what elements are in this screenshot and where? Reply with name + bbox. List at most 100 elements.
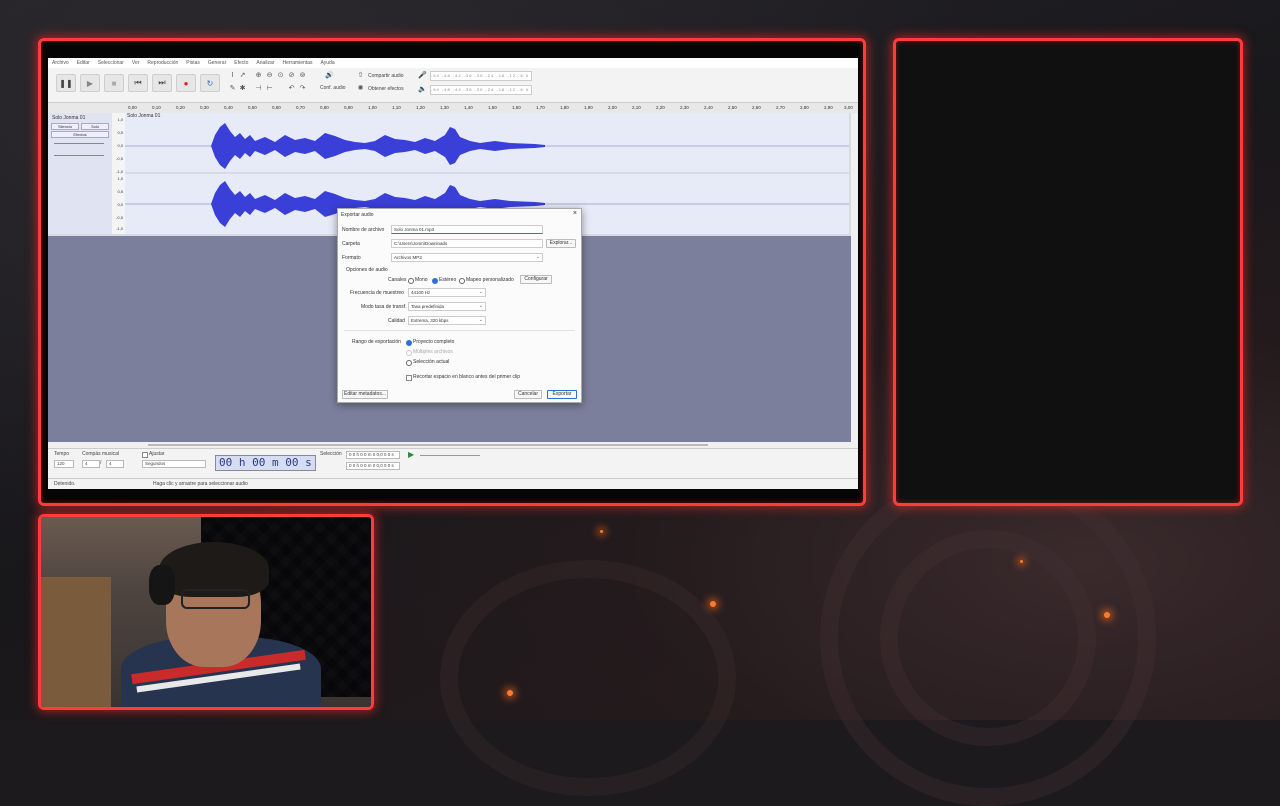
play-meter[interactable]: -54 -48 -42 -36 -30 -24 -18 -12 -6 0 [430,85,532,95]
trim-icon[interactable]: ⊣ [254,84,263,93]
range-multiple-radio [406,350,412,356]
folder-input[interactable]: C:\Users\Jonm\Downloads [391,239,543,248]
skip-start-button[interactable]: ⏮ [128,74,148,92]
selection-tool-icon[interactable]: I [228,71,237,80]
mute-button[interactable]: Silencio [51,123,79,130]
scale-label: -0,5 [116,156,123,161]
play-button[interactable]: ▶ [80,74,100,92]
menu-item[interactable]: Efecto [234,60,248,66]
scroll-thumb[interactable] [148,444,708,446]
stop-button[interactable]: ■ [104,74,124,92]
play-speed-slider[interactable] [420,455,480,456]
stereo-radio[interactable] [432,278,438,284]
zoom-sel-icon[interactable]: ⊙ [276,71,285,80]
quality-dropdown[interactable]: Extrema, 320 kbps ⌄ [408,316,486,325]
browse-button[interactable]: Explorar... [546,239,576,248]
undo-icon[interactable]: ↶ [287,84,296,93]
time-signature-denominator[interactable]: 4 [106,460,124,468]
gain-slider[interactable] [54,143,104,144]
scale-label: -0,5 [116,215,123,220]
mono-label[interactable]: Mono [415,277,428,283]
menu-item[interactable]: Analizar [256,60,274,66]
play-at-speed-icon[interactable]: ▶ [408,450,414,459]
solo-button[interactable]: Solo [81,123,109,130]
loop-button[interactable]: ↻ [200,74,220,92]
trim-silence-checkbox[interactable] [406,375,412,381]
export-range-label: Rango de exportación [352,339,401,345]
record-meter[interactable]: -54 -48 -42 -36 -30 -24 -18 -12 -6 0 [430,71,532,81]
track-control-panel[interactable]: Solo Jonma 01 Silencio Solo Efectos [48,113,113,234]
webcam-frame [38,514,374,710]
effects-button[interactable]: Efectos [51,131,109,138]
bitrate-mode-dropdown[interactable]: Tasa predefinida ⌄ [408,302,486,311]
get-effects-button[interactable]: Obtener efectos [368,86,404,92]
vertical-scrollbar[interactable] [851,113,858,442]
background-swirl [880,530,1096,746]
sample-rate-dropdown[interactable]: 44100 Hz ⌄ [408,288,486,297]
range-selection-label[interactable]: Selección actual [413,359,449,365]
menu-item[interactable]: Editar [77,60,90,66]
silence-icon[interactable]: ⊢ [265,84,274,93]
time-signature-numerator[interactable]: 4 [82,460,100,468]
custom-mapping-radio[interactable] [459,278,465,284]
ruler-tick: 2,60 [752,105,761,110]
envelope-tool-icon[interactable]: ↗ [238,71,247,80]
quality-value: Extrema, 320 kbps [411,318,449,323]
range-selection-radio[interactable] [406,360,412,366]
menu-item[interactable]: Seleccionar [98,60,124,66]
format-dropdown[interactable]: Archivos MP3 ⌄ [391,253,543,262]
tempo-field[interactable]: 120 [54,460,74,468]
export-button[interactable]: Exportar [547,390,577,399]
edit-metadata-button[interactable]: Editar metadatos... [342,390,388,399]
menu-item[interactable]: Herramientas [283,60,313,66]
audio-setup-label[interactable]: Conf. audio [320,85,346,91]
file-name-input[interactable]: Solo Jonma 01.mp3 [391,225,543,234]
get-effects-icon[interactable]: ✺ [356,84,365,93]
zoom-fit-icon[interactable]: ⊘ [287,71,296,80]
toolbar: ❚❚ ▶ ■ ⏮ ⏭ ● ↻ I ↗ ✎ ✱ ⊕ ⊖ ⊙ ⊘ ⊚ ⊣ ⊢ ↶ ↷… [48,68,858,103]
sample-rate-value: 44100 Hz [411,290,431,295]
menu-item[interactable]: Ayuda [321,60,335,66]
skip-end-button[interactable]: ⏭ [152,74,172,92]
quality-label: Calidad [388,318,405,324]
custom-mapping-label[interactable]: Mapeo personalizado [466,277,514,283]
share-audio-button[interactable]: Compartir audio [368,73,404,79]
time-display[interactable]: 00 h 00 m 00 s [215,455,316,471]
menu-item[interactable]: Reproducción [147,60,178,66]
zoom-in-icon[interactable]: ⊕ [254,71,263,80]
export-audio-dialog: Exportar audio × Nombre de archivo Solo … [337,208,582,403]
cancel-button[interactable]: Cancelar [514,390,542,399]
range-project-label[interactable]: Proyecto completo [413,339,454,345]
selection-end-field[interactable]: 0 0 h 0 0 m 0 0,0 0 0 s [346,462,400,470]
stereo-label[interactable]: Estéreo [439,277,456,283]
multi-tool-icon[interactable]: ✱ [238,84,247,93]
trim-silence-label[interactable]: Recortar espacio en blanco antes del pri… [413,374,520,380]
menu-item[interactable]: Generar [208,60,226,66]
zoom-toggle-icon[interactable]: ⊚ [298,71,307,80]
close-icon[interactable]: × [573,210,577,217]
configure-button[interactable]: Configurar [520,275,552,284]
zoom-out-icon[interactable]: ⊖ [265,71,274,80]
range-project-radio[interactable] [406,340,412,346]
redo-icon[interactable]: ↷ [298,84,307,93]
share-audio-icon[interactable]: ⇧ [356,71,365,80]
track-name[interactable]: Solo Jonma 01 [48,113,112,123]
menu-item[interactable]: Ver [132,60,140,66]
pan-slider[interactable] [54,155,104,156]
selection-label: Selección [320,451,342,457]
pause-button[interactable]: ❚❚ [56,74,76,92]
menu-item[interactable]: Archivo [52,60,69,66]
selection-start-field[interactable]: 0 0 h 0 0 m 0 0,0 0 0 s [346,451,400,459]
snap-dropdown[interactable]: Segundos [142,460,206,468]
snap-label: Ajustar [149,451,165,457]
menu-item[interactable]: Pistas [186,60,200,66]
headphones-icon [149,565,175,605]
audio-setup-icon[interactable]: 🔊 [325,71,334,80]
bitrate-mode-value: Tasa predefinida [411,304,445,309]
ruler-tick: 2,80 [800,105,809,110]
draw-tool-icon[interactable]: ✎ [228,84,237,93]
snap-checkbox[interactable] [142,452,148,458]
mono-radio[interactable] [408,278,414,284]
ruler-tick: 1,90 [584,105,593,110]
record-button[interactable]: ● [176,74,196,92]
